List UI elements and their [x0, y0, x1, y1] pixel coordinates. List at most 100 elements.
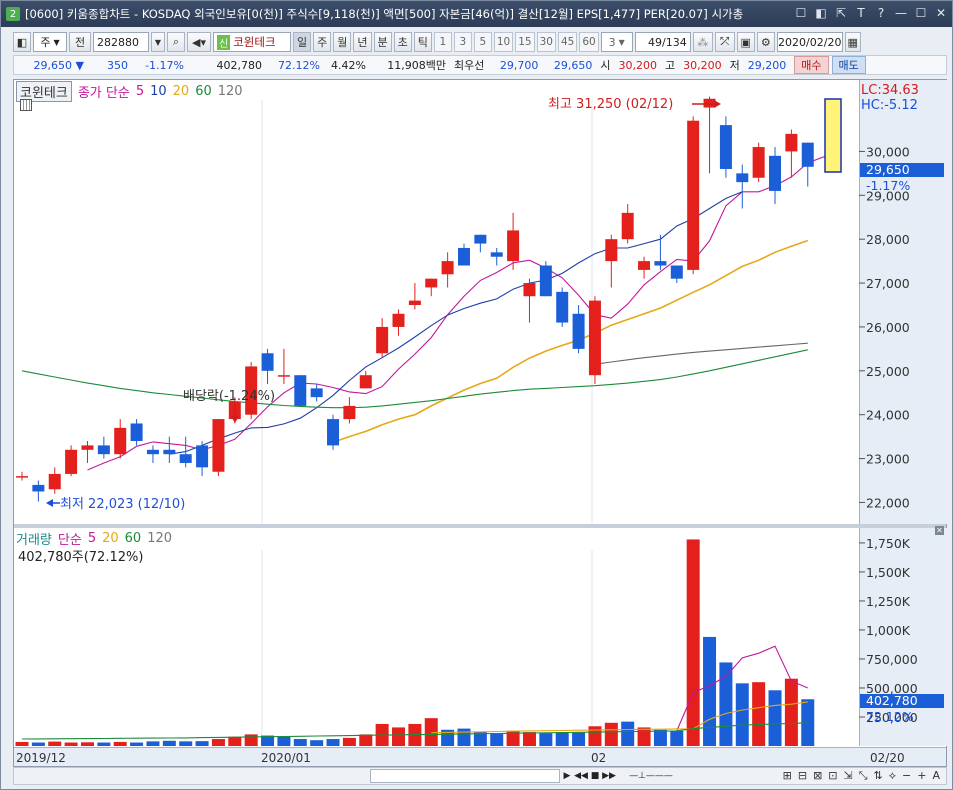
auto-scale-icon[interactable]: A	[932, 769, 940, 783]
candle-body	[736, 173, 749, 183]
high-annotation: 최고 31,250 (02/12)	[548, 97, 673, 112]
minimize-button[interactable]: —	[894, 5, 908, 21]
ma120-line	[594, 342, 808, 365]
period-second[interactable]: 초	[393, 32, 412, 52]
page-count-field[interactable]: 49/134	[634, 32, 691, 52]
period-minute[interactable]: 분	[373, 32, 392, 52]
minute-3[interactable]: 3	[453, 32, 472, 52]
chart-area[interactable]: ✕ 22,000 23,000 24,000 25,000 26,000 27,000 28…	[13, 79, 947, 767]
font-icon[interactable]: T	[854, 5, 868, 21]
date-label-feb: 02	[591, 751, 606, 765]
chart-canvas[interactable]: 22,000 23,000 24,000 25,000 26,000 27,000 28,0…	[14, 80, 946, 766]
volume-bar	[621, 721, 635, 746]
volume-bar	[48, 741, 62, 746]
speaker-icon[interactable]: ◀▾	[187, 32, 211, 52]
volume-bar	[604, 722, 618, 746]
help-icon[interactable]: ?	[874, 5, 888, 21]
grid-toggle-icon[interactable]	[20, 99, 32, 111]
minute-10[interactable]: 10	[493, 32, 514, 52]
dividend-annotation: 배당락(-1.24%)	[183, 389, 275, 404]
new-listing-badge: 신	[217, 34, 231, 50]
link-icon[interactable]: ◧	[814, 5, 828, 21]
volume-bar	[752, 682, 766, 746]
minute-30[interactable]: 30	[536, 32, 556, 52]
scroll-tools: ⊞ ⊟ ⊠ ⊡ ⇲ ⤡ ⇅ ⟡ − + A	[783, 769, 946, 783]
search-icon[interactable]: ⌕	[167, 32, 185, 52]
period-year[interactable]: 년	[353, 32, 372, 52]
volume-value: 402,780	[216, 58, 263, 72]
volume-bar	[637, 727, 651, 746]
vol-marker-pct: 72.12%	[866, 709, 914, 724]
candle-body	[277, 375, 290, 377]
code-input[interactable]: 282880	[93, 32, 149, 52]
period-week[interactable]: 주	[313, 32, 332, 52]
chart-tool-icon-8[interactable]: ⟡	[889, 769, 896, 783]
chart-tool-icon-3[interactable]: ⊠	[813, 769, 822, 783]
play-icon[interactable]: ▶	[560, 769, 574, 783]
candle-body	[16, 476, 28, 478]
volume-bar	[539, 733, 553, 746]
stock-name-field[interactable]: 신 코윈테크	[213, 32, 291, 52]
scroll-track[interactable]	[370, 769, 560, 783]
pin-icon[interactable]: ⇱	[834, 5, 848, 21]
volume-tick-label: 1,500K	[866, 565, 911, 580]
gear-icon[interactable]: ⚙	[756, 32, 775, 52]
minute-custom-select[interactable]: 3 ▼	[600, 32, 633, 52]
scroll-bar[interactable]: ▶ ◀◀ ■ ▶▶ —⊥——— ⊞ ⊟ ⊠ ⊡ ⇲ ⤡ ⇅ ⟡ − + A	[13, 767, 947, 785]
chart-tool-icon-2[interactable]: ⊟	[798, 769, 807, 783]
price-tick-label: 30,000	[866, 144, 910, 159]
volume-bar	[703, 636, 717, 746]
chart-tool-icon-1[interactable]: ⊞	[783, 769, 792, 783]
layout-icon[interactable]: ◧	[13, 32, 31, 52]
date-input[interactable]: 2020/02/20	[776, 32, 843, 52]
volume-bar	[146, 741, 160, 746]
price-tick-label: 22,000	[866, 495, 910, 510]
people-icon[interactable]: ⁂	[692, 32, 713, 52]
minute-15[interactable]: 15	[515, 32, 535, 52]
chart-tool-icon-6[interactable]: ⤡	[859, 769, 868, 783]
volume-ratio: 72.12%	[278, 58, 320, 72]
volume-bar	[310, 740, 324, 746]
period-tick[interactable]: 틱	[413, 32, 432, 52]
zoom-out-icon[interactable]: −	[902, 769, 911, 783]
buy-button[interactable]: 매수	[794, 56, 829, 74]
maximize-button[interactable]: ☐	[914, 5, 928, 21]
forward-icon[interactable]: ▶▶	[602, 769, 616, 783]
minute-45[interactable]: 45	[558, 32, 578, 52]
volume-bar	[97, 742, 111, 746]
prev-button[interactable]: 전	[69, 32, 91, 52]
screen-icon[interactable]: ☐	[794, 5, 808, 21]
type-select[interactable]: 주 ▼	[33, 32, 67, 52]
minute-1[interactable]: 1	[433, 32, 452, 52]
candle-body	[703, 98, 716, 108]
volume-bar	[113, 741, 127, 746]
volume-bar	[162, 740, 176, 746]
close-button[interactable]: ✕	[934, 5, 948, 21]
chart-tool-icon-7[interactable]: ⇅	[874, 769, 883, 783]
candle-body	[310, 388, 323, 398]
minute-60[interactable]: 60	[579, 32, 599, 52]
candle-body	[801, 142, 814, 167]
volume-bar	[130, 742, 144, 746]
rewind-icon[interactable]: ◀◀	[574, 769, 588, 783]
stop-icon[interactable]: ■	[588, 769, 602, 783]
candle-body	[556, 291, 569, 323]
volume-bar	[244, 734, 258, 746]
sell-button[interactable]: 매도	[831, 56, 866, 74]
period-month[interactable]: 월	[333, 32, 352, 52]
volume-bar	[277, 736, 291, 746]
save-icon[interactable]: ▣	[736, 32, 755, 52]
minute-5[interactable]: 5	[473, 32, 492, 52]
date-label-cursor: 02/20	[870, 751, 905, 765]
volume-bar	[211, 739, 225, 746]
ma60-legend: 60	[195, 84, 212, 99]
volume-bar	[719, 662, 733, 746]
code-dropdown-icon[interactable]: ▼	[151, 32, 165, 52]
tool-icon[interactable]: ⤱	[714, 32, 735, 52]
calendar-icon[interactable]: ▦	[844, 32, 861, 52]
chart-tool-icon-5[interactable]: ⇲	[844, 769, 853, 783]
period-day[interactable]: 일	[293, 32, 312, 52]
zoom-slider-icon[interactable]: —⊥———	[616, 769, 686, 783]
zoom-in-icon[interactable]: +	[917, 769, 926, 783]
chart-tool-icon-4[interactable]: ⊡	[828, 769, 837, 783]
